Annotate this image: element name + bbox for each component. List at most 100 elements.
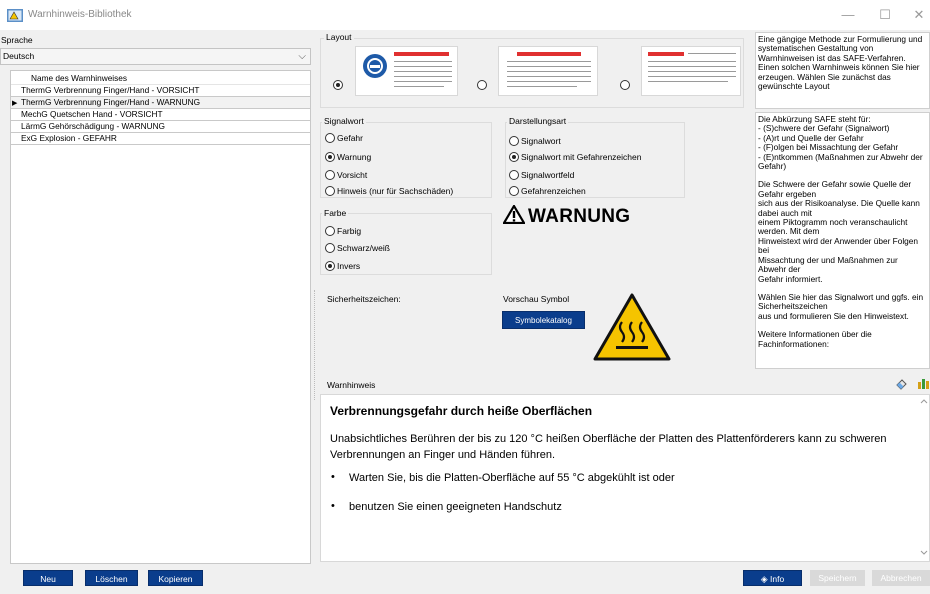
chevron-down-icon: ⌵ <box>298 51 306 62</box>
farbe-label: Farbe <box>322 208 349 218</box>
layout-thumbnail-2[interactable] <box>498 46 598 96</box>
signalwort-radio-hinweis[interactable] <box>325 186 335 196</box>
vorschau-symbol-label: Vorschau Symbol <box>503 294 570 304</box>
darstellung-radio-signalwort-gefahrenzeichen[interactable] <box>509 152 519 162</box>
darstellung-radio-signalwortfeld[interactable] <box>509 170 519 180</box>
list-item-selected[interactable]: ▶ ThermG Verbrennung Finger/Hand - WARNUN… <box>11 97 310 109</box>
help-line: Missachtung der und Maßnahmen zur Abwehr… <box>758 254 898 275</box>
list-item[interactable]: LärmG Gehörschädigung - WARNUNG <box>11 121 310 133</box>
warning-list[interactable]: Name des Warnhinweises ThermG Verbrennun… <box>10 70 311 564</box>
spellcheck-icon[interactable] <box>916 376 930 390</box>
signalwort-radio-gefahr[interactable] <box>325 133 335 143</box>
warning-body: Unabsichtliches Berühren der bis zu 120 … <box>330 433 887 461</box>
layout-help-text: Eine gängige Methode zur Formulierung un… <box>755 32 930 109</box>
signalwort-option-label: Vorsicht <box>337 170 368 180</box>
row-pointer-icon: ▶ <box>12 100 18 107</box>
eraser-icon[interactable] <box>895 377 908 390</box>
layout-radio-3[interactable] <box>620 80 630 90</box>
window-title: Warnhinweis-Bibliothek <box>28 9 132 20</box>
signalword-preview-text: WARNUNG <box>528 206 631 227</box>
bullet-icon: • <box>331 500 335 512</box>
copy-button[interactable]: Kopieren <box>148 570 203 586</box>
maximize-button[interactable]: ☐ <box>870 5 900 25</box>
app-icon <box>7 9 23 22</box>
darstellung-option-label: Signalwortfeld <box>521 170 575 180</box>
farbe-option-label: Schwarz/weiß <box>337 243 390 253</box>
layout-radio-1[interactable] <box>333 80 343 90</box>
scroll-down-icon[interactable] <box>920 550 928 556</box>
help-line: - (E)ntkommen (Maßnahmen zur Abwehr der … <box>758 151 923 172</box>
delete-button[interactable]: Löschen <box>85 570 138 586</box>
warnhinweis-editor[interactable]: Verbrennungsgefahr durch heiße Oberfläch… <box>320 394 930 562</box>
help-line: Gefahr informiert. <box>758 273 823 284</box>
list-item[interactable]: ThermG Verbrennung Finger/Hand - VORSICH… <box>11 85 310 97</box>
farbe-radio-farbig[interactable] <box>325 226 335 236</box>
list-item-label: ThermG Verbrennung Finger/Hand - VORSICH… <box>21 85 200 95</box>
editor-scrollbar[interactable] <box>919 395 929 561</box>
minimize-button[interactable]: — <box>833 5 863 25</box>
warning-bullet: Warten Sie, bis die Platten-Oberfläche a… <box>349 472 675 484</box>
farbe-radio-invers[interactable] <box>325 261 335 271</box>
darstellung-option-label: Gefahrenzeichen <box>521 186 586 196</box>
darstellung-option-label: Signalwort <box>521 136 561 146</box>
help-line: Die Schwere der Gefahr sowie Quelle der … <box>758 179 912 199</box>
help-line: Weitere Informationen über die Fachinfor… <box>758 329 872 349</box>
help-line: sich aus der Risikoanalyse. Die Quelle k… <box>758 198 920 218</box>
darstellung-option-label: Signalwort mit Gefahrenzeichen <box>521 152 642 162</box>
signalwort-radio-vorsicht[interactable] <box>325 170 335 180</box>
symbolkatalog-button[interactable]: Symbolekatalog <box>502 311 585 329</box>
close-button[interactable]: ✕ <box>904 5 930 25</box>
save-button[interactable]: Speichern <box>810 570 865 586</box>
new-button[interactable]: Neu <box>23 570 73 586</box>
farbe-option-label: Invers <box>337 261 361 271</box>
darstellungsart-label: Darstellungsart <box>507 116 569 126</box>
sicherheitszeichen-label: Sicherheitszeichen: <box>327 294 401 304</box>
help-line: aus und formulieren Sie den Hinweistext. <box>758 310 909 321</box>
language-label: Sprache <box>1 35 33 45</box>
list-item-label: LärmG Gehörschädigung - WARNUNG <box>21 121 166 131</box>
help-line: Wählen Sie hier das Signalwort und ggfs.… <box>758 291 924 312</box>
help-line: einem Piktogramm noch veranschaulicht we… <box>758 217 908 237</box>
info-label: Info <box>770 574 785 584</box>
list-header: Name des Warnhinweises <box>11 71 310 85</box>
warning-triangle-icon <box>503 205 525 224</box>
layout-thumbnail-1[interactable] <box>355 46 458 96</box>
warning-bullet: benutzen Sie einen geeigneten Handschutz <box>349 501 562 513</box>
signalwort-option-label: Gefahr <box>337 133 363 143</box>
darstellung-radio-signalwort[interactable] <box>509 136 519 146</box>
signalwort-radio-warnung[interactable] <box>325 152 335 162</box>
list-item-label: MechG Quetschen Hand - VORSICHT <box>21 109 163 119</box>
warning-title: Verbrennungsgefahr durch heiße Oberfläch… <box>330 404 593 418</box>
scroll-up-icon[interactable] <box>920 398 928 404</box>
language-value: Deutsch <box>3 51 35 61</box>
layout-thumbnail-3[interactable] <box>641 46 741 96</box>
danger-banner <box>517 52 581 56</box>
language-select[interactable]: Deutsch ⌵ <box>0 48 311 65</box>
signalwort-label: Signalwort <box>322 116 366 126</box>
cancel-button[interactable]: Abbrechen <box>872 570 930 586</box>
list-item[interactable]: MechG Quetschen Hand - VORSICHT <box>11 109 310 121</box>
signalwort-option-label: Warnung <box>337 152 372 162</box>
help-line: Hinweistext wird der Anwender über Folge… <box>758 235 919 256</box>
signalwort-option-label: Hinweis (nur für Sachschäden) <box>337 186 454 196</box>
list-item-label: ExG Explosion - GEFAHR <box>21 133 117 143</box>
danger-banner <box>648 52 684 56</box>
info-button[interactable]: ◈ Info <box>743 570 802 586</box>
list-item[interactable]: ExG Explosion - GEFAHR <box>11 133 310 145</box>
safe-help-text: Die Abkürzung SAFE steht für: - (S)chwer… <box>755 112 930 369</box>
danger-banner <box>394 52 449 56</box>
hot-surface-warning-icon <box>593 293 671 361</box>
mandatory-sign-icon <box>363 54 387 78</box>
farbe-option-label: Farbig <box>337 226 362 236</box>
signalword-preview: WARNUNG <box>503 205 630 228</box>
darstellung-radio-gefahrenzeichen[interactable] <box>509 186 519 196</box>
info-icon: ◈ <box>760 574 768 584</box>
panel-splitter[interactable] <box>314 290 316 400</box>
layout-radio-2[interactable] <box>477 80 487 90</box>
list-item-label: ThermG Verbrennung Finger/Hand - WARNUNG <box>21 97 201 107</box>
bullet-icon: • <box>331 471 335 483</box>
layout-label: Layout <box>324 32 354 42</box>
farbe-radio-schwarzweiss[interactable] <box>325 243 335 253</box>
warnhinweis-label: Warnhinweis <box>327 380 376 390</box>
title-bar: Warnhinweis-Bibliothek — ☐ ✕ <box>0 0 930 30</box>
